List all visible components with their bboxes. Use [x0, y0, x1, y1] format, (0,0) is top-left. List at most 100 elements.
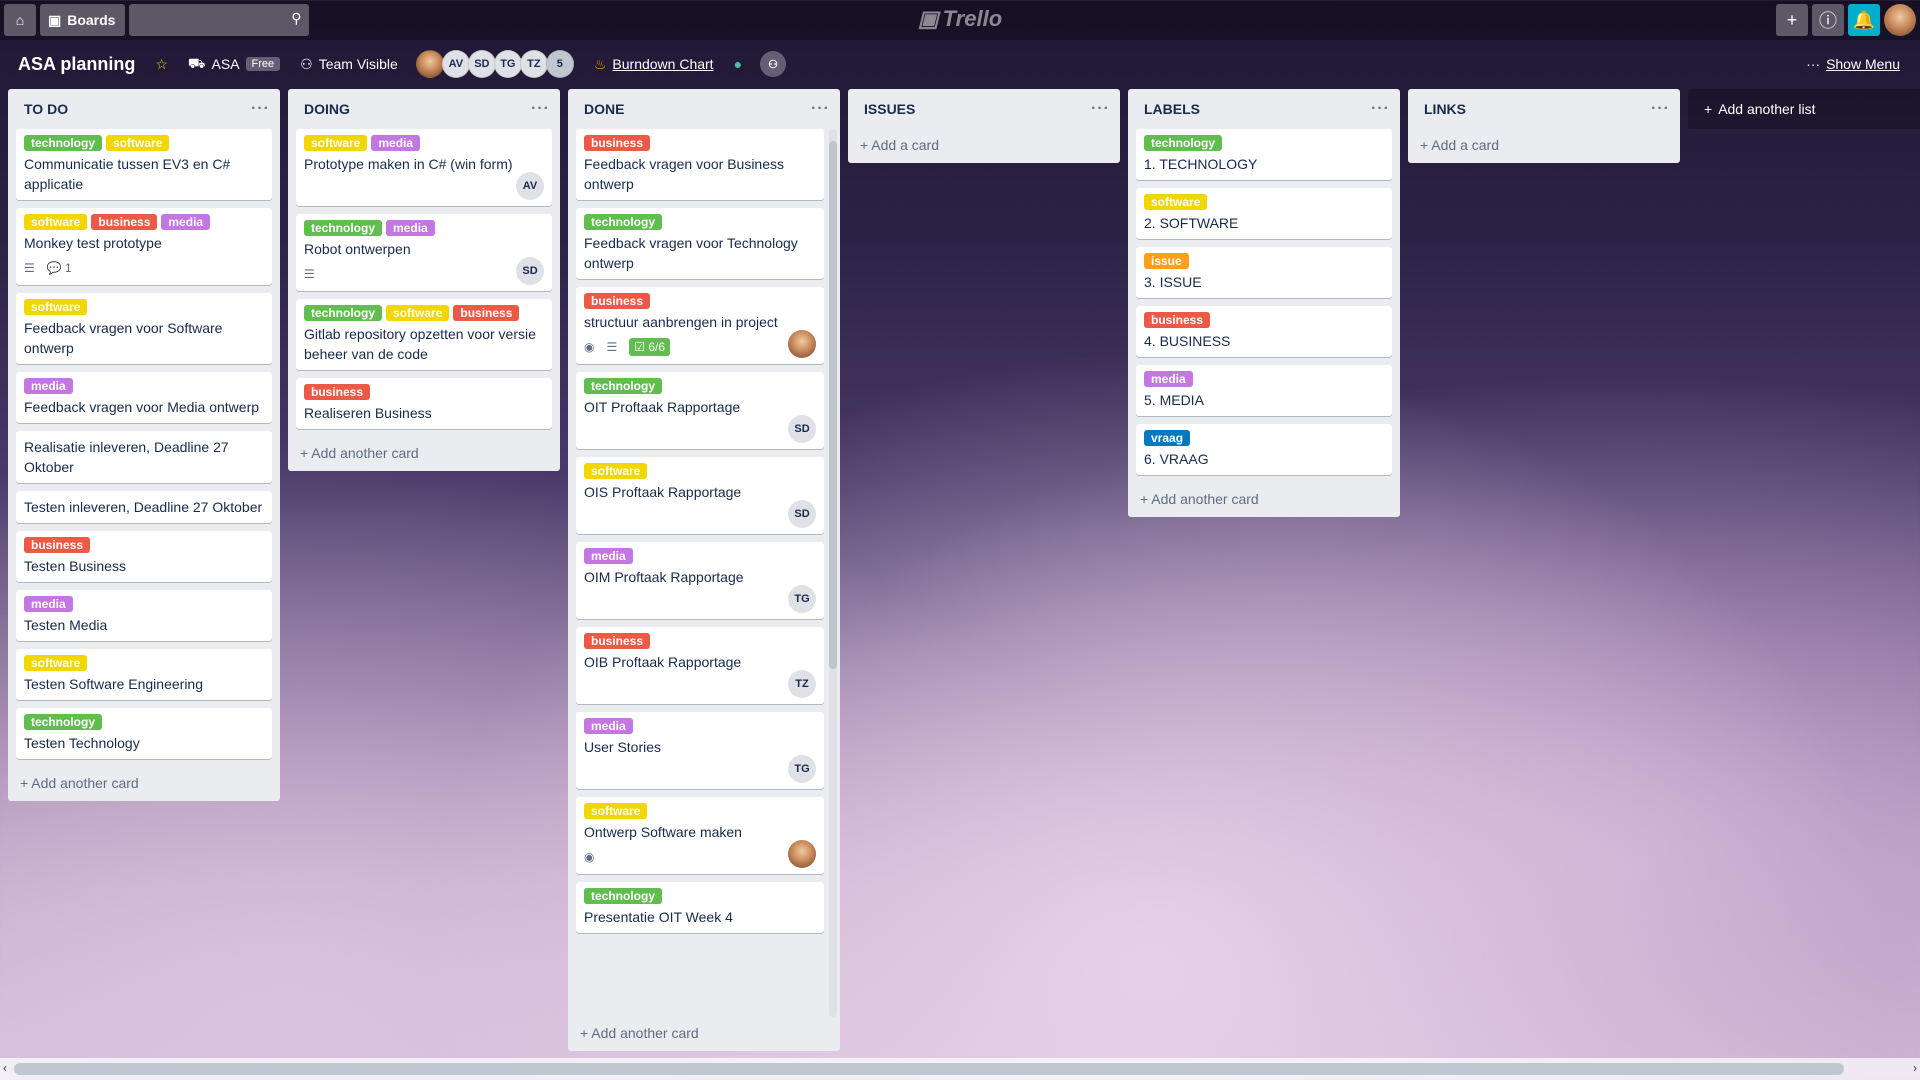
list-title[interactable]: LABELS [1144, 101, 1200, 117]
card-member-avatar[interactable]: SD [788, 415, 816, 443]
list-header[interactable]: LABELS ··· [1128, 89, 1400, 129]
card[interactable]: technology OIT Proftaak Rapportage SD [576, 372, 824, 449]
add-card-button[interactable]: + Add another card [568, 1017, 840, 1051]
burndown-link[interactable]: Burndown Chart [612, 56, 713, 72]
card-member-photo[interactable] [788, 330, 816, 358]
card[interactable]: technology media Robot ontwerpen ☰ SD [296, 214, 552, 291]
label-business[interactable]: business [584, 135, 651, 151]
label-software[interactable]: software [584, 803, 648, 819]
card[interactable]: media Testen Media [16, 590, 272, 641]
card[interactable]: technology software Communicatie tussen EV… [16, 129, 272, 200]
list-header[interactable]: TO DO ··· [8, 89, 280, 129]
list-title[interactable]: ISSUES [864, 101, 915, 117]
list-title[interactable]: LINKS [1424, 101, 1466, 117]
label-business[interactable]: business [584, 293, 651, 309]
vertical-scroll-thumb[interactable] [829, 141, 837, 669]
label-media[interactable]: media [371, 135, 421, 151]
card[interactable]: software Ontwerp Software maken ◉ [576, 797, 824, 874]
list-title[interactable]: DONE [584, 101, 624, 117]
powerup-icon[interactable]: ● [734, 56, 742, 72]
label-software[interactable]: software [24, 299, 88, 315]
label-technology[interactable]: technology [584, 888, 663, 904]
label-software[interactable]: software [1144, 194, 1208, 210]
members-more[interactable]: 5 [545, 50, 574, 78]
add-card-button[interactable]: + Add another card [1128, 483, 1400, 517]
user-avatar[interactable] [1884, 4, 1916, 36]
label-technology[interactable]: technology [304, 220, 383, 236]
search-input[interactable] [129, 4, 296, 34]
add-card-button[interactable]: + Add a card [848, 129, 1120, 163]
list-menu-icon[interactable]: ··· [1091, 100, 1110, 118]
label-software[interactable]: software [386, 305, 450, 321]
label-media[interactable]: media [1144, 371, 1193, 387]
label-software[interactable]: software [24, 214, 88, 230]
list-menu-icon[interactable]: ··· [531, 100, 550, 118]
card[interactable]: vraag 6. VRAAG [1136, 424, 1392, 475]
list-menu-icon[interactable]: ··· [811, 100, 830, 118]
label-software[interactable]: software [304, 135, 368, 151]
card-member-avatar[interactable]: AV [516, 172, 544, 200]
card[interactable]: technology Presentatie OIT Week 4 [576, 882, 824, 933]
card-member-photo[interactable] [788, 840, 816, 868]
label-software[interactable]: software [24, 655, 88, 671]
label-business[interactable]: business [1144, 312, 1211, 328]
show-menu-button[interactable]: ··· Show Menu [1806, 56, 1900, 72]
label-issue[interactable]: issue [1144, 253, 1189, 269]
team-button[interactable]: ⛟ ASA Free [188, 55, 281, 74]
info-button[interactable]: ⓘ [1812, 4, 1844, 36]
list-menu-icon[interactable]: ··· [251, 100, 270, 118]
add-card-button[interactable]: + Add another card [8, 767, 280, 801]
label-vraag[interactable]: vraag [1144, 430, 1191, 446]
card[interactable]: media Feedback vragen voor Media ontwerp [16, 372, 272, 423]
scroll-right-icon[interactable]: › [1913, 1061, 1917, 1075]
search-box[interactable]: ⚲ [129, 4, 310, 36]
list-header[interactable]: DOING ··· [288, 89, 560, 129]
list-header[interactable]: LINKS ··· [1408, 89, 1680, 129]
label-technology[interactable]: technology [304, 305, 383, 321]
label-software[interactable]: software [106, 135, 170, 151]
card[interactable]: business structuur aanbrengen in project ◉… [576, 287, 824, 364]
label-business[interactable]: business [24, 537, 91, 553]
burndown-button[interactable]: ♨ Burndown Chart ● [594, 56, 742, 73]
list-header[interactable]: ISSUES ··· [848, 89, 1120, 129]
card[interactable]: issue 3. ISSUE [1136, 247, 1392, 298]
label-technology[interactable]: technology [584, 214, 663, 230]
card-member-avatar[interactable]: TG [788, 755, 816, 783]
card[interactable]: Realisatie inleveren, Deadline 27 Oktobe… [16, 431, 272, 483]
member-avatar-photo[interactable] [415, 50, 444, 78]
label-technology[interactable]: technology [24, 714, 103, 730]
create-button[interactable]: + [1776, 4, 1808, 36]
card[interactable]: business Realiseren Business [296, 378, 552, 429]
card[interactable]: technology 1. TECHNOLOGY [1136, 129, 1392, 180]
vertical-scrollbar[interactable] [829, 129, 837, 1017]
card-member-avatar[interactable]: TG [788, 585, 816, 613]
label-technology[interactable]: technology [1144, 135, 1223, 151]
horizontal-scroll-thumb[interactable] [14, 1063, 1844, 1075]
card[interactable]: business Feedback vragen voor Business on… [576, 129, 824, 200]
card[interactable]: media OIM Proftaak Rapportage TG [576, 542, 824, 619]
card[interactable]: software Testen Software Engineering [16, 649, 272, 700]
home-button[interactable]: ⌂ [4, 4, 36, 36]
label-media[interactable]: media [386, 220, 435, 236]
list-menu-icon[interactable]: ··· [1651, 100, 1670, 118]
member-tg[interactable]: TG [493, 50, 522, 78]
label-technology[interactable]: technology [24, 135, 103, 151]
label-business[interactable]: business [91, 214, 158, 230]
label-media[interactable]: media [24, 596, 73, 612]
card-member-avatar[interactable]: TZ [788, 670, 816, 698]
member-av[interactable]: AV [441, 50, 470, 78]
list-menu-icon[interactable]: ··· [1371, 100, 1390, 118]
scroll-left-icon[interactable]: ‹ [3, 1061, 7, 1075]
label-technology[interactable]: technology [584, 378, 663, 394]
card[interactable]: software media Prototype maken in C# (win … [296, 129, 552, 206]
list-header[interactable]: DONE ··· [568, 89, 840, 129]
label-media[interactable]: media [584, 548, 633, 564]
card-member-avatar[interactable]: SD [788, 500, 816, 528]
star-button[interactable]: ☆ [155, 56, 168, 73]
card[interactable]: technology Feedback vragen voor Technolog… [576, 208, 824, 279]
notifications-button[interactable]: 🔔 [1848, 4, 1880, 36]
trello-logo[interactable]: ▣ Trello [918, 6, 1002, 32]
add-list-button[interactable]: + Add another list [1688, 89, 1920, 129]
label-business[interactable]: business [453, 305, 520, 321]
board-title[interactable]: ASA planning [18, 54, 135, 75]
